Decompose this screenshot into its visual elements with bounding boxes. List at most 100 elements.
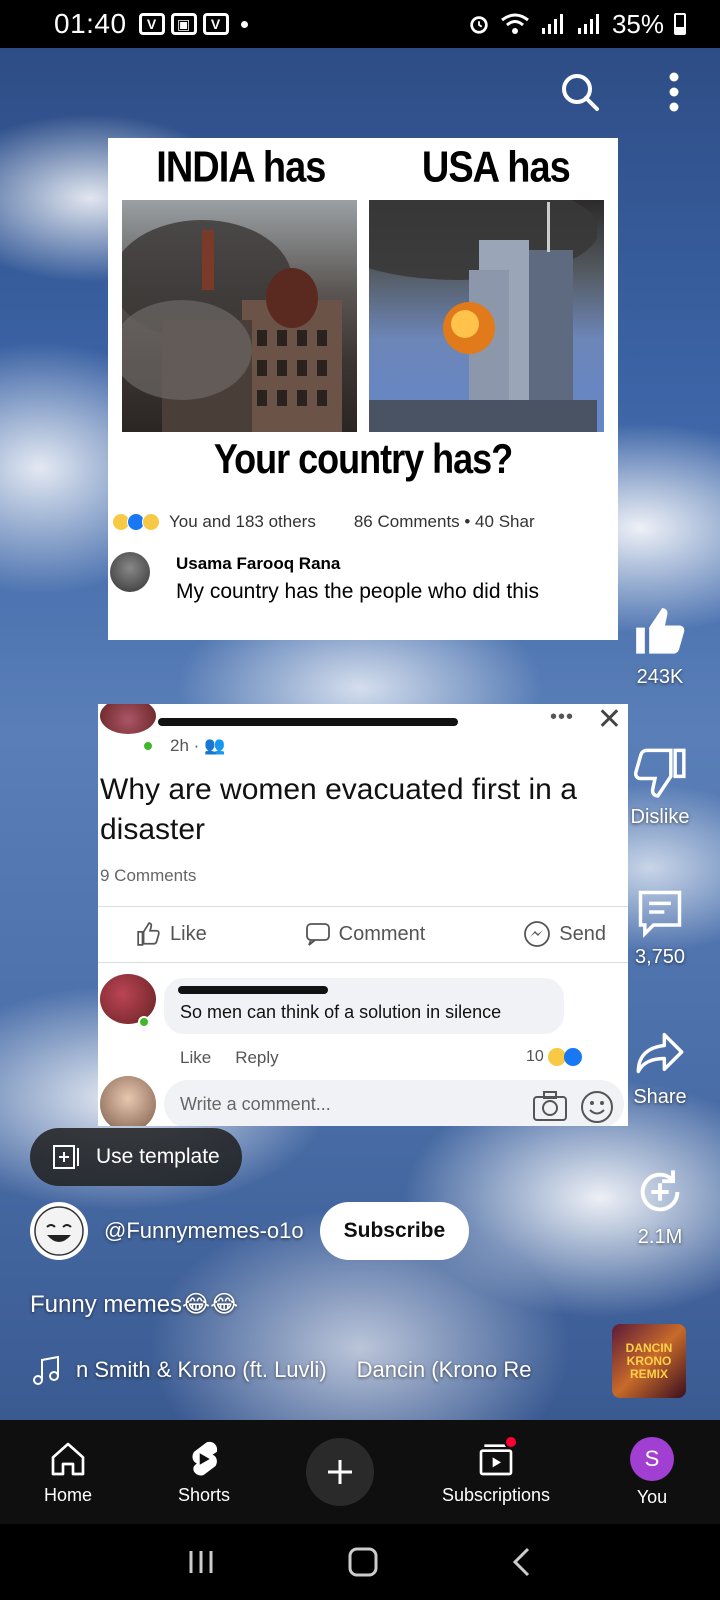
share-label: Share xyxy=(633,1086,687,1108)
commenter-avatar xyxy=(110,552,150,592)
meme1-right-heading: USA has xyxy=(421,143,571,192)
more-notifications-dot xyxy=(240,20,248,28)
post-time: 2h · 👥 xyxy=(170,736,226,755)
notification-dot xyxy=(504,1434,518,1449)
vpn-icon: V xyxy=(138,13,165,35)
signal-icon-2 xyxy=(577,14,599,34)
status-bar: 01:40 V ▣ V 35% xyxy=(0,0,720,48)
music-artist: n Smith & Krono (ft. Luvli) xyxy=(76,1357,327,1382)
emoji-icon xyxy=(581,1091,613,1123)
battery-percent: 35% xyxy=(611,8,664,39)
create-button[interactable] xyxy=(306,1438,374,1506)
divider xyxy=(98,906,628,907)
commenter-text: My country has the people who did this xyxy=(176,580,540,603)
meme1-photos xyxy=(122,200,604,432)
nav-you-label: You xyxy=(636,1486,668,1507)
bottom-nav: Home Shorts Subscriptions S You xyxy=(0,1420,720,1524)
more-options-button[interactable] xyxy=(650,68,698,116)
comment-icon xyxy=(305,923,330,946)
redacted-name xyxy=(158,718,458,726)
gallery-icon: ▣ xyxy=(170,13,197,35)
thumbs-up-icon xyxy=(137,922,160,946)
meme-image-2: 2h · 👥 ••• ✕ Why are women evacuated fir… xyxy=(98,704,628,1126)
nav-home[interactable]: Home xyxy=(8,1439,128,1506)
comments-button[interactable]: 3,750 xyxy=(614,886,706,969)
search-icon xyxy=(562,74,599,111)
more-vert-icon xyxy=(669,72,679,112)
redacted-name xyxy=(178,986,328,994)
channel-row: @Funnymemes-o1o Subscribe xyxy=(30,1202,470,1260)
comment-icon xyxy=(638,890,682,938)
thumbs-up-icon xyxy=(636,608,685,654)
use-template-label: Use template xyxy=(96,1145,220,1168)
status-right: 35% xyxy=(468,9,686,40)
search-button[interactable] xyxy=(556,68,604,116)
meme1-reactions-text: You and 183 others xyxy=(169,512,316,531)
user-avatar: S xyxy=(630,1436,674,1481)
nav-create[interactable] xyxy=(280,1438,400,1506)
reply-text: So men can think of a solution in silenc… xyxy=(180,1002,502,1022)
like-count: 243K xyxy=(636,666,684,688)
alarm-icon xyxy=(470,16,488,34)
plus-icon xyxy=(328,1460,352,1484)
remix-icon xyxy=(640,1170,680,1212)
music-note-icon xyxy=(33,1355,59,1385)
reply-reactions: 10 xyxy=(526,1048,582,1066)
nav-subscriptions[interactable]: Subscriptions xyxy=(416,1434,576,1506)
nav-shorts-label: Shorts xyxy=(177,1484,231,1505)
meme1-question: Your country has? xyxy=(213,434,513,482)
post-actions: Like Comment Send xyxy=(98,910,628,958)
like-button[interactable]: 243K xyxy=(614,606,706,689)
reply-actions: Like Reply xyxy=(180,1048,279,1067)
battery-icon xyxy=(674,13,686,35)
remix-count: 2.1M xyxy=(637,1226,683,1248)
nav-shorts[interactable]: Shorts xyxy=(144,1439,264,1506)
send-action: Send xyxy=(523,920,606,948)
divider xyxy=(98,962,628,963)
comment-count: 3,750 xyxy=(634,946,686,968)
like-action: Like xyxy=(136,921,207,947)
home-icon xyxy=(51,1442,85,1475)
sad-reaction-icon xyxy=(142,513,160,531)
vpn-icon-2: V xyxy=(202,13,229,35)
thumbs-down-icon xyxy=(634,748,686,798)
dislike-button[interactable]: Dislike xyxy=(614,746,706,829)
like-reaction-icon xyxy=(563,1048,582,1066)
friends-icon: 👥 xyxy=(204,736,226,755)
camera-icon xyxy=(533,1091,567,1121)
use-template-button[interactable]: Use template xyxy=(30,1128,242,1186)
music-thumbnail[interactable]: DANCIN KRONO REMIX xyxy=(612,1324,686,1398)
subscribe-button[interactable]: Subscribe xyxy=(319,1202,470,1260)
remix-button[interactable]: 2.1M xyxy=(614,1166,706,1249)
dislike-label: Dislike xyxy=(630,806,690,828)
shorts-icon xyxy=(192,1441,218,1475)
share-icon xyxy=(636,1032,684,1074)
signal-icon xyxy=(541,14,563,34)
writer-avatar xyxy=(100,1076,156,1126)
meme1-stats-text: 86 Comments • 40 Shar xyxy=(353,512,535,531)
music-row[interactable]: n Smith & Krono (ft. Luvli) Dancin (Kron… xyxy=(30,1354,532,1386)
system-nav xyxy=(0,1524,720,1600)
twin-towers-photo xyxy=(369,200,604,432)
recents-icon[interactable] xyxy=(186,1547,216,1577)
channel-avatar[interactable] xyxy=(30,1202,88,1260)
status-time: 01:40 xyxy=(54,8,127,39)
back-icon[interactable] xyxy=(510,1546,534,1578)
meme1-headings: INDIA has USA has xyxy=(108,138,618,193)
meme-image-1: INDIA has USA has Your country has? You … xyxy=(108,138,618,640)
post-more-icon: ••• xyxy=(549,706,574,728)
post-text: Why are women evacuated first in a disas… xyxy=(100,773,577,846)
poster-avatar xyxy=(100,704,156,734)
share-button[interactable]: Share xyxy=(614,1026,706,1109)
wifi-icon xyxy=(501,13,529,34)
nav-home-label: Home xyxy=(43,1484,92,1505)
messenger-icon xyxy=(524,921,551,947)
meme1-reaction-bar: You and 183 others 86 Comments • 40 Shar xyxy=(112,512,618,532)
home-button-icon[interactable] xyxy=(347,1546,379,1578)
nav-you[interactable]: S You xyxy=(592,1436,712,1508)
close-icon: ✕ xyxy=(596,704,622,736)
video-caption[interactable]: Funny memes😂😂 xyxy=(30,1290,238,1319)
template-icon xyxy=(53,1145,79,1169)
online-indicator xyxy=(142,740,154,752)
channel-name[interactable]: @Funnymemes-o1o xyxy=(104,1218,304,1244)
